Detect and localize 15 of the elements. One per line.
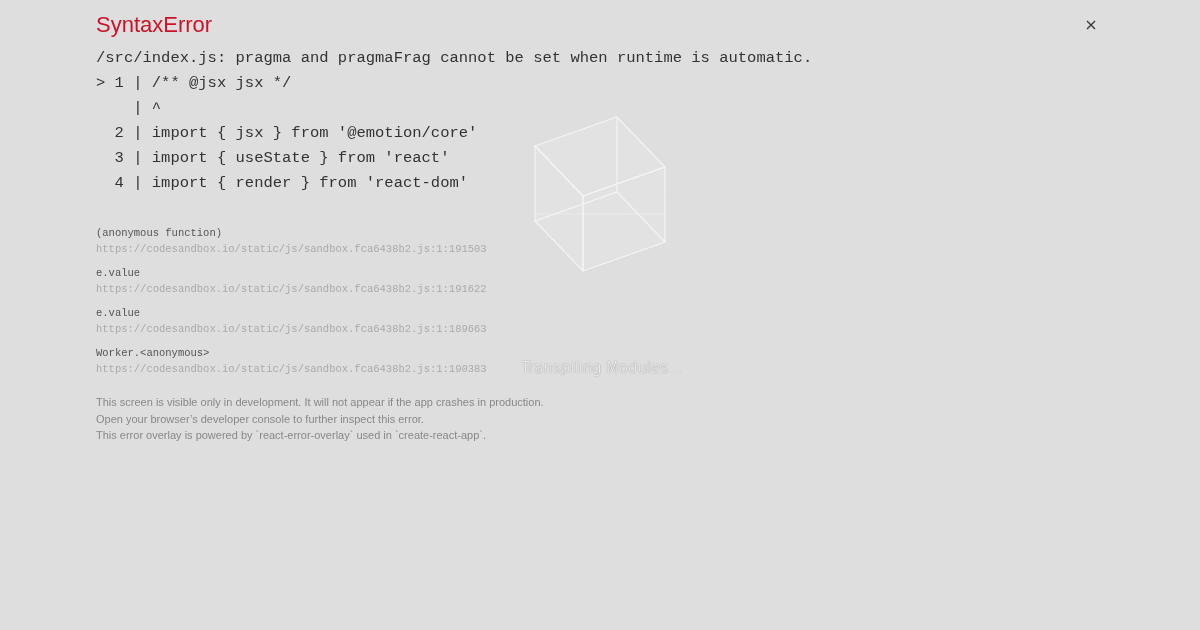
stack-function: Worker.<anonymous> (96, 346, 210, 361)
stack-function: e.value (96, 266, 141, 281)
footer-note: This screen is visible only in development. It will not appear if the app crashes in production. (96, 395, 544, 410)
error-message: /src/index.js: pragma and pragmaFrag cannot be set when runtime is automatic. (96, 48, 814, 69)
close-icon (1086, 20, 1096, 30)
code-line: > 1 | /** @jsx jsx */ (96, 73, 293, 94)
stack-function: (anonymous function) (96, 226, 223, 241)
footer-note: This error overlay is powered by `react-error-overlay` used in `create-react-app`. (96, 428, 487, 443)
footer-note: Open your browser’s developer console to further inspect this error. (96, 411, 424, 427)
code-line: 2 | import { jsx } from '@emotion/core' (113, 123, 479, 144)
code-line: 4 | import { render } from 'react-dom' (113, 173, 470, 194)
code-line: 3 | import { useState } from 'react' (113, 148, 451, 169)
stack-function: e.value (96, 306, 141, 321)
error-title: SyntaxError (96, 12, 213, 38)
code-line: | ^ (132, 98, 163, 119)
